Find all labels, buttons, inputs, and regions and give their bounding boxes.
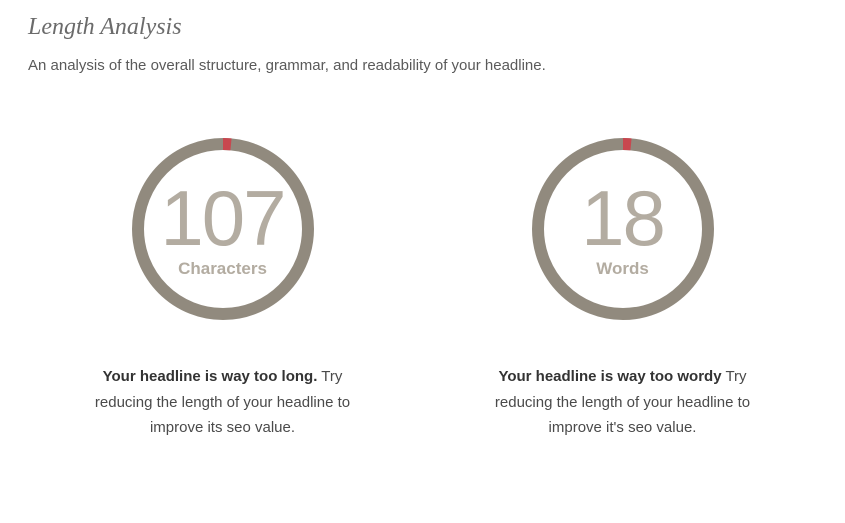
words-value: 18: [581, 179, 664, 257]
section-description: An analysis of the overall structure, gr…: [28, 57, 817, 74]
metric-words: 18 Words Your headline is way too wordy …: [473, 134, 773, 441]
gauge-words: 18 Words: [528, 134, 718, 324]
words-message: Your headline is way too wordy Try reduc…: [478, 364, 768, 441]
section-title: Length Analysis: [28, 14, 817, 41]
gauge-characters: 107 Characters: [128, 134, 318, 324]
metrics-row: 107 Characters Your headline is way too …: [28, 134, 817, 441]
characters-value: 107: [160, 179, 284, 257]
words-label: Words: [596, 259, 649, 279]
characters-message-bold: Your headline is way too long.: [103, 368, 318, 385]
characters-label: Characters: [178, 259, 267, 279]
characters-message: Your headline is way too long. Try reduc…: [78, 364, 368, 441]
words-message-bold: Your headline is way too wordy: [498, 368, 721, 385]
metric-characters: 107 Characters Your headline is way too …: [73, 134, 373, 441]
